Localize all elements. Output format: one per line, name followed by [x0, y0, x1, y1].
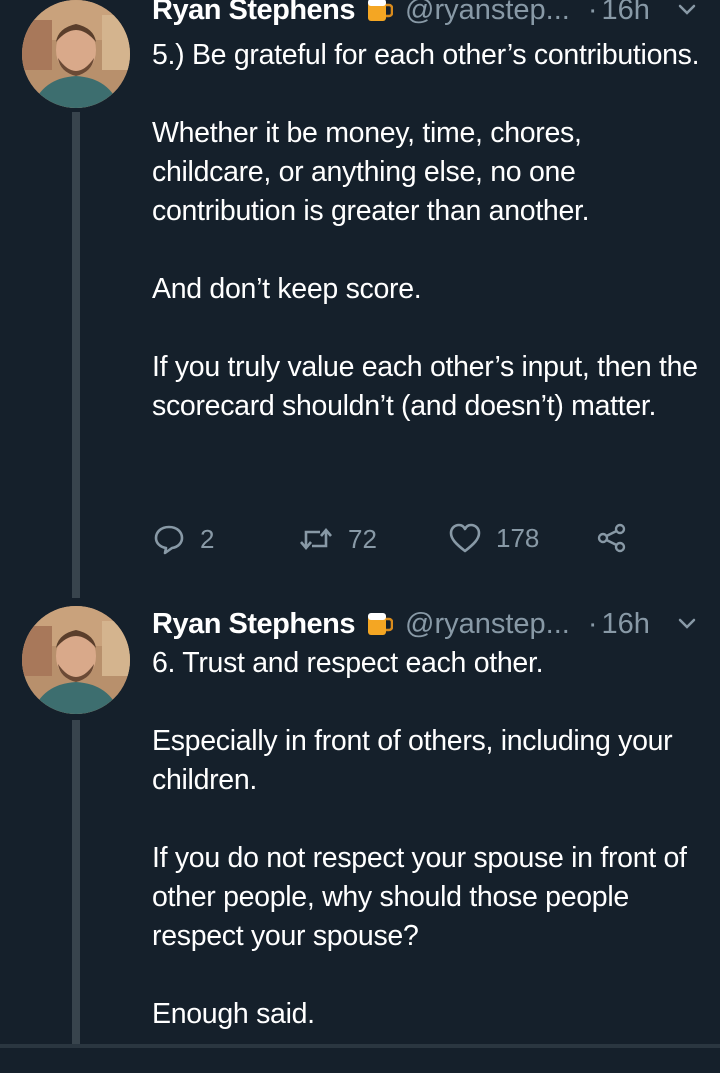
beer-mug-icon: [365, 610, 394, 638]
tweet-paragraph: 5.) Be grateful for each other’s contrib…: [152, 39, 700, 71]
chevron-down-icon[interactable]: [676, 612, 698, 634]
tweet-paragraph: 6. Trust and respect each other.: [152, 647, 544, 679]
tweet-paragraph: If you truly value each other’s input, t…: [152, 351, 698, 422]
like-button[interactable]: 178: [448, 522, 539, 554]
reply-icon: [154, 525, 184, 555]
tweet-2[interactable]: Ryan Stephens @ryanstep... · 16h 6. Trus…: [0, 600, 720, 1048]
tweet-paragraph: If you do not respect your spouse in fro…: [152, 842, 687, 952]
heart-icon: [449, 523, 481, 553]
avatar[interactable]: [22, 0, 130, 108]
tweet-header: Ryan Stephens @ryanstep... · 16h: [152, 0, 698, 30]
separator-dot: ·: [587, 0, 598, 26]
retweet-icon: [300, 527, 332, 551]
timestamp[interactable]: 16h: [602, 608, 650, 641]
tweet-paragraph: Whether it be money, time, chores, child…: [152, 117, 590, 227]
author-name[interactable]: Ryan Stephens: [152, 608, 356, 641]
separator-dot: ·: [587, 607, 598, 640]
beer-mug-icon: [365, 0, 394, 24]
author-name[interactable]: Ryan Stephens: [152, 0, 356, 27]
thread-line: [72, 112, 80, 598]
tweet-header: Ryan Stephens @ryanstep... · 16h: [152, 604, 698, 644]
retweet-count: 72: [348, 523, 377, 554]
share-button[interactable]: [596, 522, 628, 554]
tweet-actions: 2 72 178: [152, 522, 642, 562]
retweet-button[interactable]: 72: [298, 522, 377, 556]
avatar[interactable]: [22, 606, 130, 714]
tweet-text: 6. Trust and respect each other. Especia…: [152, 644, 702, 1073]
tweet-paragraph: Enough said.: [152, 998, 315, 1030]
author-handle[interactable]: @ryanstep...: [405, 608, 570, 641]
like-count: 178: [496, 522, 540, 553]
thread-line: [72, 720, 80, 1044]
tweet-paragraph: Especially in front of others, including…: [152, 725, 673, 796]
divider: [0, 1044, 720, 1048]
reply-button[interactable]: 2: [152, 522, 214, 556]
share-icon: [597, 523, 626, 553]
timestamp[interactable]: 16h: [602, 0, 650, 27]
chevron-down-icon[interactable]: [676, 0, 698, 20]
tweet-paragraph: And don’t keep score.: [152, 273, 422, 305]
tweet-text: 5.) Be grateful for each other’s contrib…: [152, 36, 702, 465]
reply-count: 2: [200, 523, 215, 554]
author-handle[interactable]: @ryanstep...: [405, 0, 570, 27]
tweet-1[interactable]: Ryan Stephens @ryanstep... · 16h 5.) Be …: [0, 0, 720, 600]
